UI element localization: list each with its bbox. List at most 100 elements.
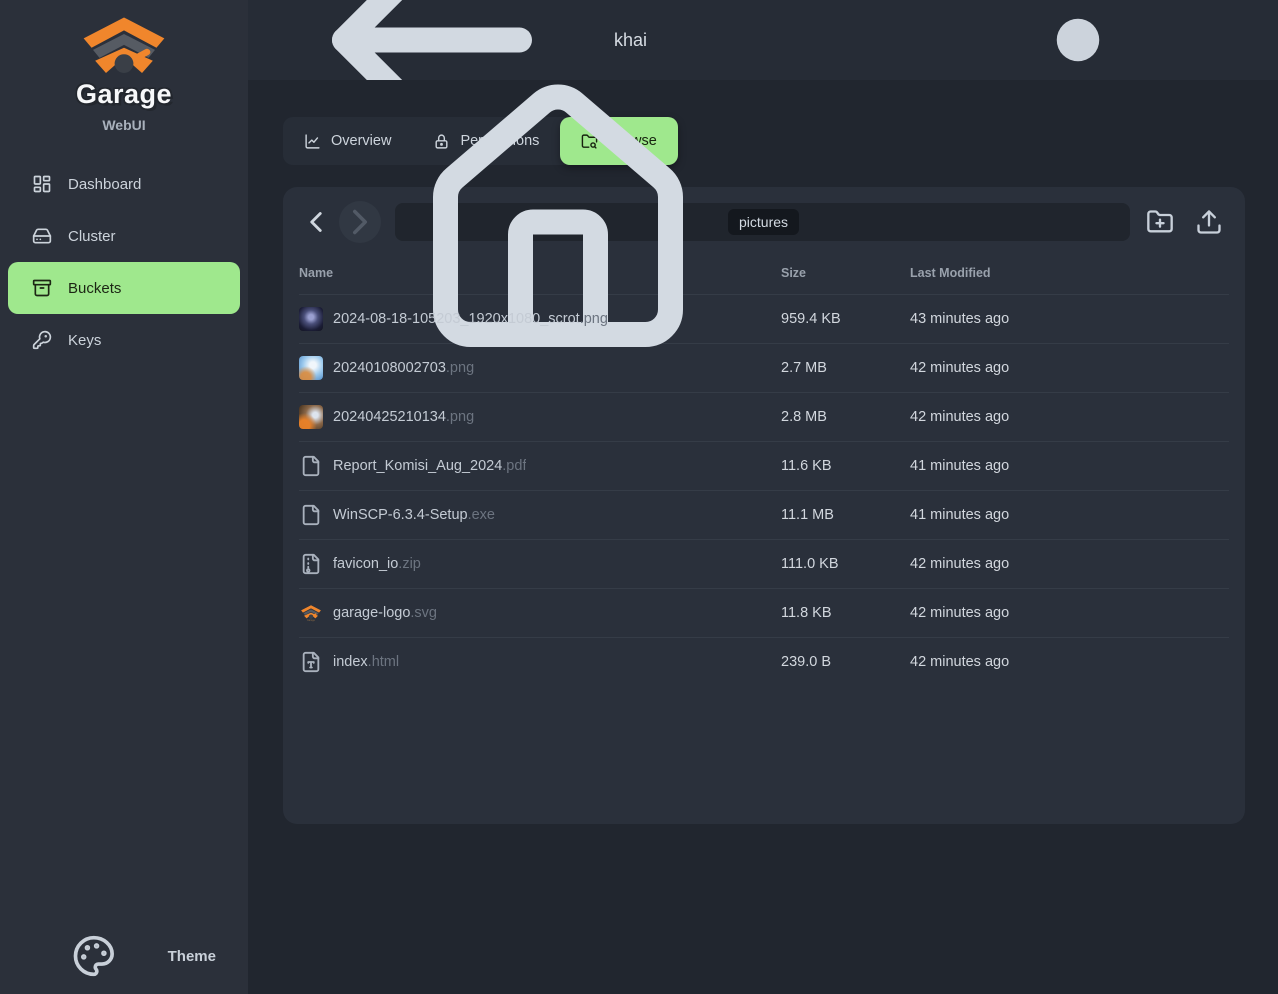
table-row[interactable]: WinSCP-6.3.4-Setup.exe 11.1 MB 41 minute… xyxy=(299,490,1229,539)
thumbnail-dark-image xyxy=(299,307,323,331)
file-name-cell[interactable]: Garage garage-logo.svg xyxy=(299,601,781,625)
file-last-modified: 43 minutes ago xyxy=(910,311,1140,327)
nav-back-button[interactable] xyxy=(299,202,333,242)
row-actions xyxy=(1140,609,1229,617)
app-name: Garage xyxy=(0,78,248,110)
app-subtitle: WebUI xyxy=(0,116,248,134)
file-size: 11.8 KB xyxy=(781,605,910,621)
browser-card: pictures Name S xyxy=(283,187,1245,824)
app-logo: Garage WebUI xyxy=(0,0,248,134)
file-size: 2.8 MB xyxy=(781,409,910,425)
file-last-modified: 42 minutes ago xyxy=(910,556,1140,572)
row-actions xyxy=(1140,462,1229,470)
file-size: 959.4 KB xyxy=(781,311,910,327)
file-name[interactable]: 20240425210134.png xyxy=(333,409,474,425)
thumbnail-warm-image xyxy=(299,405,323,429)
row-menu-button[interactable] xyxy=(1221,364,1229,372)
browser-toolbar: pictures xyxy=(299,201,1229,243)
garage-logo-icon xyxy=(80,16,168,78)
file-archive-icon xyxy=(299,552,323,576)
file-type-icon xyxy=(299,650,323,674)
theme-label: Theme xyxy=(168,948,216,965)
garage-webui-app: Garage WebUI Dashboard Cluster Buckets K… xyxy=(0,0,1278,994)
breadcrumb-segment-pictures[interactable]: pictures xyxy=(728,209,799,235)
file-size: 239.0 B xyxy=(781,654,910,670)
nav-forward-button[interactable] xyxy=(339,201,381,243)
file-size: 2.7 MB xyxy=(781,360,910,376)
column-header-size: Size xyxy=(781,266,910,280)
toolbar-actions xyxy=(1140,202,1229,242)
file-size: 11.1 MB xyxy=(781,507,910,523)
content: Overview Permissions Browse xyxy=(248,80,1278,994)
file-last-modified: 42 minutes ago xyxy=(910,409,1140,425)
file-name[interactable]: favicon_io.zip xyxy=(333,556,421,572)
table-row[interactable]: Report_Komisi_Aug_2024.pdf 11.6 KB 41 mi… xyxy=(299,441,1229,490)
sidebar-item-keys[interactable]: Keys xyxy=(8,314,240,366)
file-table: Name Size Last Modified 2024-08-18-10520… xyxy=(299,251,1229,686)
row-menu-button[interactable] xyxy=(1221,560,1229,568)
row-actions xyxy=(1140,511,1229,519)
file-name-cell[interactable]: WinSCP-6.3.4-Setup.exe xyxy=(299,503,781,527)
page-header: khai xyxy=(248,0,1278,80)
theme-button[interactable]: Theme xyxy=(8,934,240,978)
theme-wrap: Theme xyxy=(0,934,248,994)
upload-button[interactable] xyxy=(1189,202,1229,242)
column-header-name: Name xyxy=(299,266,781,280)
sidebar-item-dashboard[interactable]: Dashboard xyxy=(8,158,240,210)
sidebar: Garage WebUI Dashboard Cluster Buckets K… xyxy=(0,0,248,994)
table-row[interactable]: index.html 239.0 B 42 minutes ago xyxy=(299,637,1229,686)
tab-overview[interactable]: Overview xyxy=(283,117,412,165)
breadcrumb: pictures xyxy=(395,203,1130,241)
download-button[interactable] xyxy=(1198,364,1206,372)
file-name[interactable]: index.html xyxy=(333,654,399,670)
file-name-cell[interactable]: index.html xyxy=(299,650,781,674)
download-button[interactable] xyxy=(1198,560,1206,568)
file-name[interactable]: Report_Komisi_Aug_2024.pdf xyxy=(333,458,526,474)
new-folder-button[interactable] xyxy=(1140,202,1180,242)
file-name[interactable]: WinSCP-6.3.4-Setup.exe xyxy=(333,507,495,523)
file-name-cell[interactable]: Report_Komisi_Aug_2024.pdf xyxy=(299,454,781,478)
row-menu-button[interactable] xyxy=(1221,658,1229,666)
file-name[interactable]: 20240108002703.png xyxy=(333,360,474,376)
row-actions xyxy=(1140,364,1229,372)
row-menu-button[interactable] xyxy=(1221,511,1229,519)
file-name-cell[interactable]: 20240108002703.png xyxy=(299,356,781,380)
download-button[interactable] xyxy=(1198,511,1206,519)
file-last-modified: 41 minutes ago xyxy=(910,507,1140,523)
file-name-cell[interactable]: 20240425210134.png xyxy=(299,405,781,429)
download-button[interactable] xyxy=(1198,609,1206,617)
table-row[interactable]: Garage garage-logo.svg 11.8 KB 42 minute… xyxy=(299,588,1229,637)
row-menu-button[interactable] xyxy=(1221,609,1229,617)
download-button[interactable] xyxy=(1198,315,1206,323)
table-row[interactable]: 20240425210134.png 2.8 MB 42 minutes ago xyxy=(299,392,1229,441)
download-button[interactable] xyxy=(1198,413,1206,421)
file-name[interactable]: 2024-08-18-105203_1920x1080_scrot.png xyxy=(333,311,608,327)
file-icon xyxy=(299,454,323,478)
table-row[interactable]: favicon_io.zip 111.0 KB 42 minutes ago xyxy=(299,539,1229,588)
sidebar-item-buckets[interactable]: Buckets xyxy=(8,262,240,314)
file-icon xyxy=(299,503,323,527)
sidebar-nav: Dashboard Cluster Buckets Keys xyxy=(0,158,248,366)
file-last-modified: 42 minutes ago xyxy=(910,605,1140,621)
garage-logo-thumb-icon: Garage xyxy=(299,601,323,625)
svg-text:Garage: Garage xyxy=(307,619,316,622)
main-area: khai Overview Permissions Browse xyxy=(248,0,1278,994)
sidebar-item-cluster[interactable]: Cluster xyxy=(8,210,240,262)
row-menu-button[interactable] xyxy=(1221,462,1229,470)
file-name[interactable]: garage-logo.svg xyxy=(333,605,437,621)
file-name-cell[interactable]: 2024-08-18-105203_1920x1080_scrot.png xyxy=(299,307,781,331)
file-size: 111.0 KB xyxy=(781,556,910,572)
row-menu-button[interactable] xyxy=(1221,413,1229,421)
file-size: 11.6 KB xyxy=(781,458,910,474)
thumbnail-sky-image xyxy=(299,356,323,380)
column-header-last-modified: Last Modified xyxy=(910,266,1140,280)
row-actions xyxy=(1140,413,1229,421)
row-actions xyxy=(1140,658,1229,666)
file-last-modified: 42 minutes ago xyxy=(910,360,1140,376)
download-button[interactable] xyxy=(1198,658,1206,666)
row-actions xyxy=(1140,315,1229,323)
file-last-modified: 42 minutes ago xyxy=(910,654,1140,670)
file-name-cell[interactable]: favicon_io.zip xyxy=(299,552,781,576)
download-button[interactable] xyxy=(1198,462,1206,470)
row-menu-button[interactable] xyxy=(1221,315,1229,323)
